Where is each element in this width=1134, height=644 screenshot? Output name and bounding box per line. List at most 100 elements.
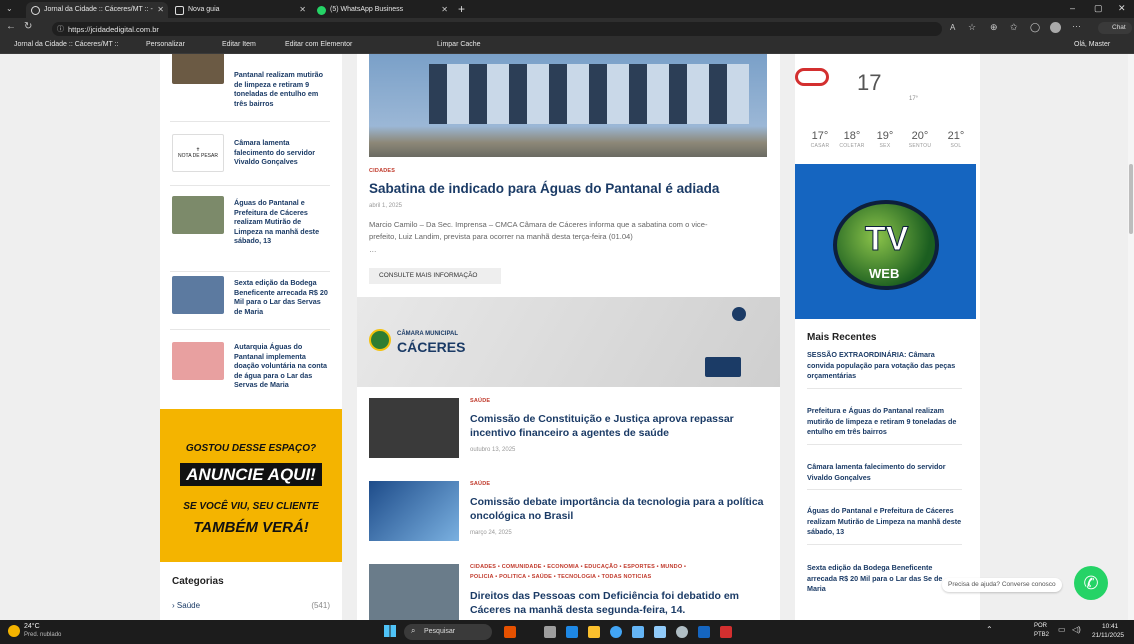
article-title[interactable]: Direitos das Pessoas com Deficiência foi… <box>470 589 766 617</box>
forecast-temp: 17° <box>811 130 829 142</box>
recent-item[interactable]: Câmara lamenta falecimento do servidor V… <box>807 462 962 490</box>
article-categories-2[interactable]: POLICIA • POLITICA • SAÚDE • TECNOLOGIA … <box>470 574 651 580</box>
fav-limpar-cache[interactable]: Limpar Cache <box>437 41 481 48</box>
fav-personalizar[interactable]: Personalizar <box>146 41 185 48</box>
start-button[interactable] <box>384 625 396 637</box>
profile-avatar[interactable] <box>1050 22 1061 33</box>
favorite-star-icon[interactable]: ☆ <box>968 22 976 33</box>
close-icon[interactable]: ✕ <box>157 5 164 14</box>
edge-icon[interactable] <box>566 626 578 638</box>
fav-editar-item[interactable]: Editar Item <box>222 41 256 48</box>
chrome-icon[interactable] <box>610 626 622 638</box>
scrollbar-thumb[interactable] <box>1129 164 1133 234</box>
taskbar-lang-2[interactable]: PTB2 <box>1034 632 1049 638</box>
taskbar-search[interactable]: ⌕ Pesquisar <box>404 624 492 640</box>
settings-icon[interactable] <box>676 626 688 638</box>
post-thumbnail <box>172 342 224 380</box>
ad-line-2: ANUNCIE AQUI! <box>160 463 342 486</box>
tab-actions-icon[interactable]: ⌄ <box>6 4 13 13</box>
consulte-mais-button[interactable]: CONSULTE MAIS INFORMAÇÃO <box>369 268 501 284</box>
article-row[interactable]: SAÚDE Comissão de Constituição e Justiça… <box>369 398 769 478</box>
scrollbar[interactable] <box>1128 54 1134 620</box>
close-icon[interactable]: ✕ <box>299 5 306 14</box>
minimize-icon[interactable]: – <box>1070 3 1075 13</box>
post-title[interactable]: Autarquia Águas do Pantanal implementa d… <box>234 342 328 390</box>
task-view-icon[interactable] <box>544 626 556 638</box>
read-aloud-icon[interactable]: A <box>950 23 955 32</box>
fav-jornal[interactable]: Jornal da Cidade :: Cáceres/MT :: <box>14 41 119 48</box>
system-tray-up-icon[interactable]: ⌃ <box>986 625 993 634</box>
new-tab-button[interactable]: + <box>458 2 465 16</box>
new-tab-icon <box>175 6 184 15</box>
window-close-icon[interactable]: ✕ <box>1118 3 1126 14</box>
forecast-day: 17° CASAR <box>805 130 835 149</box>
list-item[interactable]: Autarquia Águas do Pantanal implementa d… <box>170 330 330 406</box>
featured-image[interactable] <box>369 54 767 157</box>
ad-banner[interactable]: GOSTOU DESSE ESPAÇO? ANUNCIE AQUI! SE VO… <box>160 409 342 562</box>
close-icon[interactable]: ✕ <box>441 5 448 14</box>
article-categories[interactable]: CIDADES • COMUNIDADE • ECONOMIA • EDUCAÇ… <box>470 564 686 570</box>
app-icon[interactable] <box>720 626 732 638</box>
forecast-day: 20° SENTOU <box>905 130 935 149</box>
tab-jornal[interactable]: Jornal da Cidade :: Cáceres/MT :: - ✕ <box>26 2 168 18</box>
app-icon[interactable] <box>654 626 666 638</box>
whatsapp-button[interactable]: ✆ <box>1074 566 1108 600</box>
taskbar-time[interactable]: 10:41 <box>1102 623 1118 630</box>
recent-item[interactable]: Águas do Pantanal e Prefeitura de Cácere… <box>807 506 962 545</box>
category-item-saude[interactable]: › Saúde (541) <box>172 601 330 610</box>
refresh-icon[interactable]: ↻ <box>24 21 32 32</box>
fav-editar-elementor[interactable]: Editar com Elementor <box>285 41 352 48</box>
recent-item[interactable]: Prefeitura e Águas do Pantanal realizam … <box>807 406 962 445</box>
taskbar-lang-1[interactable]: POR <box>1034 623 1047 629</box>
app-icon[interactable] <box>698 626 710 638</box>
article-category[interactable]: SAÚDE <box>470 398 490 404</box>
article-title[interactable]: Comissão debate importância da tecnologi… <box>470 495 766 523</box>
tab-whatsapp[interactable]: (5) WhatsApp Business ✕ <box>312 2 452 18</box>
shield-icon[interactable]: ◯ <box>1030 22 1040 33</box>
post-title[interactable]: Sexta edição da Bodega Beneficente arrec… <box>234 278 328 316</box>
network-icon[interactable]: ▭ <box>1058 625 1066 634</box>
article-title[interactable]: Comissão de Constituição e Justiça aprov… <box>470 412 766 440</box>
forecast-label: CASAR <box>810 143 830 149</box>
article-row[interactable]: CIDADES • COMUNIDADE • ECONOMIA • EDUCAÇ… <box>369 564 769 620</box>
more-menu-icon[interactable]: ··· <box>1072 21 1081 31</box>
volume-icon[interactable]: ◁) <box>1072 625 1081 634</box>
article-row[interactable]: SAÚDE Comissão debate importância da tec… <box>369 481 769 561</box>
whatsapp-tooltip[interactable]: Precisa de ajuda? Converse conosco <box>942 578 1062 592</box>
site-info-icon[interactable]: ⓘ <box>57 24 64 34</box>
tv-web-logo[interactable]: TV WEB <box>795 164 976 319</box>
camara-banner[interactable]: CÂMARA MUNICIPAL CÁCERES <box>357 297 780 387</box>
post-title[interactable]: Pantanal realizam mutirão de limpeza e r… <box>234 70 328 108</box>
colorful-app-icon[interactable] <box>504 626 516 638</box>
post-title[interactable]: Águas do Pantanal e Prefeitura de Cácere… <box>234 198 328 246</box>
favorites-icon[interactable]: ✩ <box>1010 22 1018 33</box>
restore-icon[interactable]: ▢ <box>1094 3 1103 14</box>
file-explorer-icon[interactable] <box>588 626 600 638</box>
tab-nova-guia[interactable]: Nova guia ✕ <box>170 2 310 18</box>
recent-item[interactable]: SESSÃO EXTRAORDINÁRIA: Câmara convida po… <box>807 350 962 389</box>
banner-line-1: CÂMARA MUNICIPAL <box>397 331 458 337</box>
copilot-chat-button[interactable]: Chat <box>1098 22 1132 34</box>
list-item[interactable]: Pantanal realizam mutirão de limpeza e r… <box>170 54 330 122</box>
forecast-temp: 19° <box>876 130 894 142</box>
weather-taskbar-icon[interactable] <box>8 625 20 637</box>
list-item[interactable]: Águas do Pantanal e Prefeitura de Cácere… <box>170 186 330 272</box>
taskbar-temp[interactable]: 24°C <box>24 623 40 630</box>
taskbar-date[interactable]: 21/11/2025 <box>1092 632 1124 639</box>
post-title[interactable]: Câmara lamenta falecimento do servidor V… <box>234 138 328 167</box>
featured-title[interactable]: Sabatina de indicado para Águas do Panta… <box>369 181 719 196</box>
forecast-day: 18° COLETAR <box>837 130 867 149</box>
article-category[interactable]: SAÚDE <box>470 481 490 487</box>
ad-line-4: TAMBÉM VERÁ! <box>193 519 309 536</box>
store-icon[interactable] <box>632 626 644 638</box>
list-item[interactable]: Sexta edição da Bodega Beneficente arrec… <box>170 272 330 330</box>
extensions-icon[interactable]: ⊕ <box>990 22 998 33</box>
greeting-text[interactable]: Olá, Master <box>1074 41 1110 48</box>
list-item[interactable]: ✝ NOTA DE PESAR Câmara lamenta faleciment… <box>170 124 330 186</box>
tab-label: Jornal da Cidade :: Cáceres/MT :: - <box>44 6 153 13</box>
globe-icon <box>31 6 40 15</box>
url-field[interactable]: ⓘ https://jcidadedigital.com.br <box>52 22 942 36</box>
recent-item[interactable]: Sexta edição da Bodega Beneficente arrec… <box>807 563 962 595</box>
back-icon[interactable]: ← <box>6 21 16 32</box>
featured-category[interactable]: CIDADES <box>369 168 395 174</box>
